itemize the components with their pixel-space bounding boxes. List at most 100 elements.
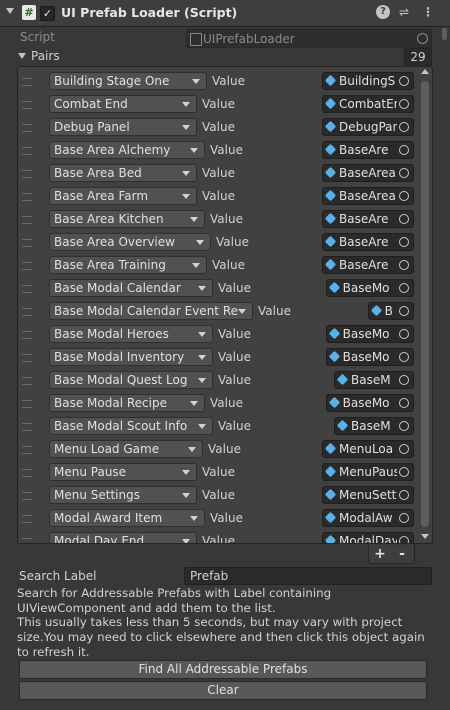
key-dropdown[interactable]: Base Area Kitchen (49, 210, 205, 228)
object-picker-icon[interactable] (397, 534, 411, 543)
prefab-object-field[interactable]: BaseM (334, 371, 414, 389)
key-dropdown[interactable]: Building Stage One (49, 72, 207, 90)
enabled-checkbox[interactable]: ✓ (40, 6, 55, 21)
key-dropdown[interactable]: Modal Award Item (49, 509, 205, 527)
prefab-object-field[interactable]: BaseAre (322, 233, 414, 251)
drag-handle-icon[interactable] (22, 78, 32, 86)
key-dropdown[interactable]: Base Modal Heroes (49, 325, 213, 343)
key-dropdown[interactable]: Base Modal Scout Info (49, 417, 213, 435)
list-scrollbar[interactable] (420, 69, 430, 539)
key-dropdown[interactable]: Combat End (49, 95, 197, 113)
prefab-object-field[interactable]: BaseAre (322, 141, 414, 159)
drag-handle-icon[interactable] (22, 262, 32, 270)
drag-handle-icon[interactable] (22, 101, 32, 109)
object-picker-icon[interactable] (397, 235, 411, 249)
scroll-up-icon[interactable] (421, 69, 429, 74)
prefab-object-field[interactable]: BaseAreaF (322, 187, 414, 205)
key-dropdown[interactable]: Base Area Training (49, 256, 207, 274)
key-dropdown[interactable]: Modal Day End (49, 532, 197, 543)
object-picker-icon[interactable] (397, 350, 411, 364)
preset-icon[interactable]: ⇌ (397, 5, 411, 19)
help-icon[interactable]: ? (376, 5, 390, 19)
object-picker-icon[interactable] (397, 396, 411, 410)
object-picker-icon[interactable] (397, 327, 411, 341)
search-input[interactable]: Prefab (184, 567, 432, 585)
clear-button[interactable]: Clear (19, 681, 427, 700)
object-picker-icon[interactable] (397, 419, 411, 433)
key-dropdown[interactable]: Menu Load Game (49, 440, 203, 458)
find-all-button[interactable]: Find All Addressable Prefabs (19, 660, 427, 679)
prefab-object-field[interactable]: BaseM (334, 417, 414, 435)
object-picker-icon[interactable] (397, 373, 411, 387)
foldout-arrow-icon[interactable] (6, 8, 14, 14)
key-dropdown[interactable]: Menu Pause (49, 463, 197, 481)
remove-item-button[interactable]: - (391, 545, 413, 563)
object-picker-icon[interactable] (397, 442, 411, 456)
key-dropdown[interactable]: Base Area Overview (49, 233, 211, 251)
object-picker-icon[interactable] (397, 488, 411, 502)
object-picker-icon[interactable] (397, 74, 411, 88)
object-picker-icon[interactable] (397, 143, 411, 157)
drag-handle-icon[interactable] (22, 469, 32, 477)
prefab-object-field[interactable]: MenuLoa (322, 440, 414, 458)
prefab-object-field[interactable]: BaseAre (322, 256, 414, 274)
object-picker-icon[interactable] (397, 511, 411, 525)
drag-handle-icon[interactable] (22, 285, 32, 293)
object-picker-icon[interactable] (397, 189, 411, 203)
object-picker-icon[interactable] (397, 281, 411, 295)
object-picker-icon[interactable] (397, 465, 411, 479)
object-picker-icon[interactable] (397, 258, 411, 272)
object-picker-icon[interactable] (397, 304, 411, 318)
menu-icon[interactable]: ⋮ (421, 5, 435, 19)
drag-handle-icon[interactable] (22, 446, 32, 454)
drag-handle-icon[interactable] (22, 147, 32, 155)
prefab-object-field[interactable]: DebugPan (322, 118, 414, 136)
prefab-object-field[interactable]: BaseMo (325, 348, 414, 366)
drag-handle-icon[interactable] (22, 331, 32, 339)
key-dropdown[interactable]: Base Area Farm (49, 187, 197, 205)
drag-handle-icon[interactable] (22, 354, 32, 362)
key-dropdown[interactable]: Base Modal Calendar Event Repo (49, 302, 253, 320)
prefab-object-field[interactable]: B (367, 302, 414, 320)
drag-handle-icon[interactable] (22, 377, 32, 385)
key-dropdown[interactable]: Base Modal Quest Log (49, 371, 213, 389)
key-dropdown[interactable]: Base Modal Inventory (49, 348, 213, 366)
object-picker-icon[interactable] (397, 120, 411, 134)
inspector-scrollbar[interactable] (438, 26, 450, 710)
prefab-object-field[interactable]: ModalDay (322, 532, 414, 543)
inspector-scroll-thumb[interactable] (442, 28, 447, 40)
object-picker-icon[interactable] (397, 166, 411, 180)
prefab-object-field[interactable]: BaseMo (325, 325, 414, 343)
key-dropdown[interactable]: Base Modal Calendar (49, 279, 213, 297)
drag-handle-icon[interactable] (22, 124, 32, 132)
drag-handle-icon[interactable] (22, 239, 32, 247)
prefab-object-field[interactable]: BaseAreaB (322, 164, 414, 182)
pairs-foldout-icon[interactable] (18, 53, 26, 59)
key-dropdown[interactable]: Menu Settings (49, 486, 197, 504)
key-dropdown[interactable]: Base Area Bed (49, 164, 197, 182)
drag-handle-icon[interactable] (22, 400, 32, 408)
drag-handle-icon[interactable] (22, 216, 32, 224)
key-dropdown[interactable]: Base Modal Recipe (49, 394, 205, 412)
drag-handle-icon[interactable] (22, 423, 32, 431)
pairs-label[interactable]: Pairs (31, 49, 60, 63)
prefab-object-field[interactable]: BaseAre (322, 210, 414, 228)
drag-handle-icon[interactable] (22, 193, 32, 201)
drag-handle-icon[interactable] (22, 515, 32, 523)
drag-handle-icon[interactable] (22, 538, 32, 543)
key-dropdown[interactable]: Debug Panel (49, 118, 197, 136)
object-picker-icon[interactable] (397, 212, 411, 226)
drag-handle-icon[interactable] (22, 492, 32, 500)
prefab-object-field[interactable]: BaseMo (325, 279, 414, 297)
scroll-down-icon[interactable] (421, 534, 429, 539)
prefab-object-field[interactable]: BaseMo (325, 394, 414, 412)
prefab-object-field[interactable]: ModalAw (322, 509, 414, 527)
prefab-object-field[interactable]: MenuSetti (322, 486, 414, 504)
prefab-object-field[interactable]: CombatEn (322, 95, 414, 113)
prefab-object-field[interactable]: MenuPaus (322, 463, 414, 481)
object-picker-icon[interactable] (397, 97, 411, 111)
prefab-object-field[interactable]: BuildingS (322, 72, 414, 90)
drag-handle-icon[interactable] (22, 308, 32, 316)
key-dropdown[interactable]: Base Area Alchemy (49, 141, 205, 159)
scroll-thumb[interactable] (421, 81, 429, 527)
